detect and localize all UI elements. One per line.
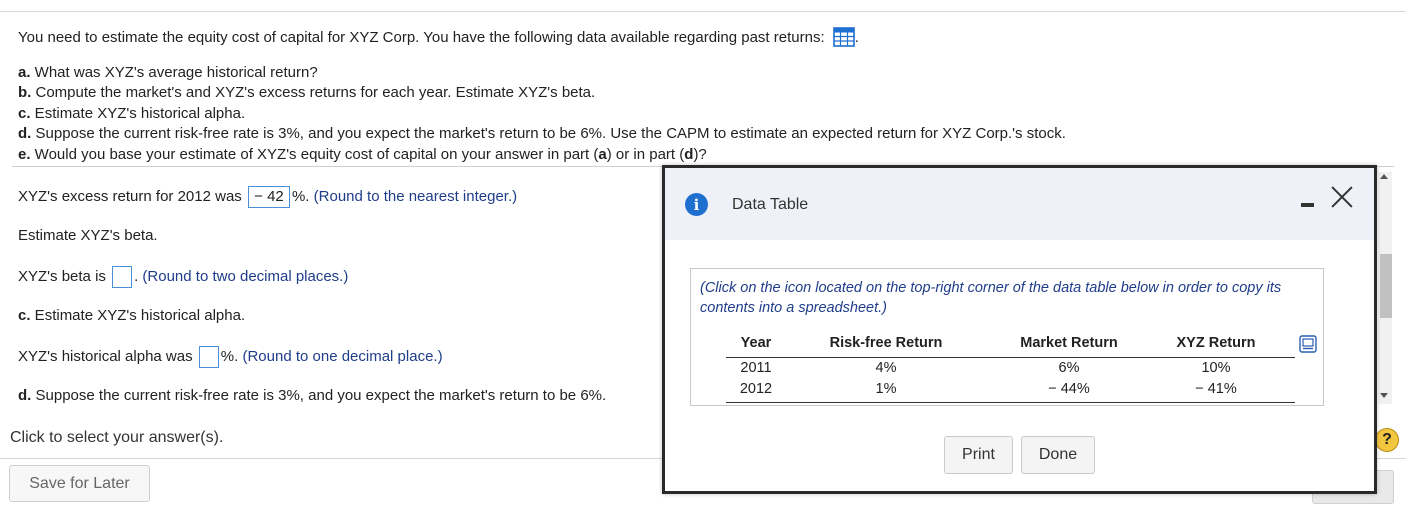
scroll-up-arrow-icon[interactable] [1380,174,1388,179]
done-button[interactable]: Done [1021,436,1095,474]
info-icon: i [685,193,708,216]
excess-return-line: XYZ's excess return for 2012 was − 42%. … [18,186,517,208]
alpha-label: XYZ's historical alpha was [18,347,193,365]
question-part-d: d. Suppose the current risk-free rate is… [18,125,1066,142]
dialog-header: i Data Table [665,168,1374,240]
alpha-input[interactable] [198,346,219,368]
close-icon[interactable] [1329,183,1355,209]
top-divider [0,11,1406,12]
minimize-icon[interactable] [1299,190,1319,212]
data-table-dialog: i Data Table (Click on the icon located … [662,165,1377,494]
question-intro-end: . [854,29,859,46]
dialog-title: Data Table [732,196,809,213]
question-text: You need to estimate the equity cost of … [18,27,1066,165]
question-part-e: e. Would you base your estimate of XYZ's… [18,145,707,163]
question-intro: You need to estimate the equity cost of … [18,27,1066,54]
question-intro-text: You need to estimate the equity cost of … [18,29,825,46]
column-header-market: Market Return [1020,335,1118,351]
part-d-heading: d. Suppose the current risk-free rate is… [18,387,607,404]
beta-hint: (Round to two decimal places.) [142,267,349,285]
beta-input[interactable] [112,266,133,288]
data-table-panel: (Click on the icon located on the top-ri… [690,268,1324,406]
table-row: 2012 1% − 44% − 41% [739,381,1237,397]
save-for-later-button[interactable]: Save for Later [9,465,150,502]
question-part-b: b. Compute the market's and XYZ's excess… [18,84,596,101]
column-header-year: Year [740,335,772,351]
beta-line: XYZ's beta is . (Round to two decimal pl… [18,266,348,288]
copy-to-spreadsheet-icon[interactable] [1299,335,1317,353]
table-header-rule [726,357,1295,358]
excess-return-label: XYZ's excess return for 2012 was [18,187,242,205]
help-icon[interactable]: ? [1375,428,1399,452]
excess-return-input[interactable]: − 42 [247,186,290,208]
question-part-c: c. Estimate XYZ's historical alpha. [18,104,246,122]
table-bottom-rule [726,402,1295,403]
table-header-row: Year Risk-free Return Market Return XYZ … [726,335,1295,357]
table-row: 2011 4% 6% 10% [740,360,1231,376]
data-table-icon[interactable] [832,27,855,54]
alpha-hint: (Round to one decimal place.) [242,347,443,365]
copy-instructions: (Click on the icon located on the top-ri… [700,280,1282,316]
alpha-heading: c. Estimate XYZ's historical alpha. [18,307,246,324]
beta-label: XYZ's beta is [18,267,106,285]
scroll-down-arrow-icon[interactable] [1380,393,1388,398]
alpha-line: XYZ's historical alpha was %. (Round to … [18,346,443,368]
column-header-xyz: XYZ Return [1176,335,1256,351]
click-to-select-message: Click to select your answer(s). [10,429,224,446]
excess-return-hint: (Round to the nearest integer.) [313,187,518,205]
beta-heading: Estimate XYZ's beta. [18,227,158,244]
column-header-risk-free: Risk-free Return [829,335,943,351]
print-button[interactable]: Print [944,436,1013,474]
scrollbar-thumb[interactable] [1380,254,1392,318]
question-part-a: a. What was XYZ's average historical ret… [18,63,318,81]
